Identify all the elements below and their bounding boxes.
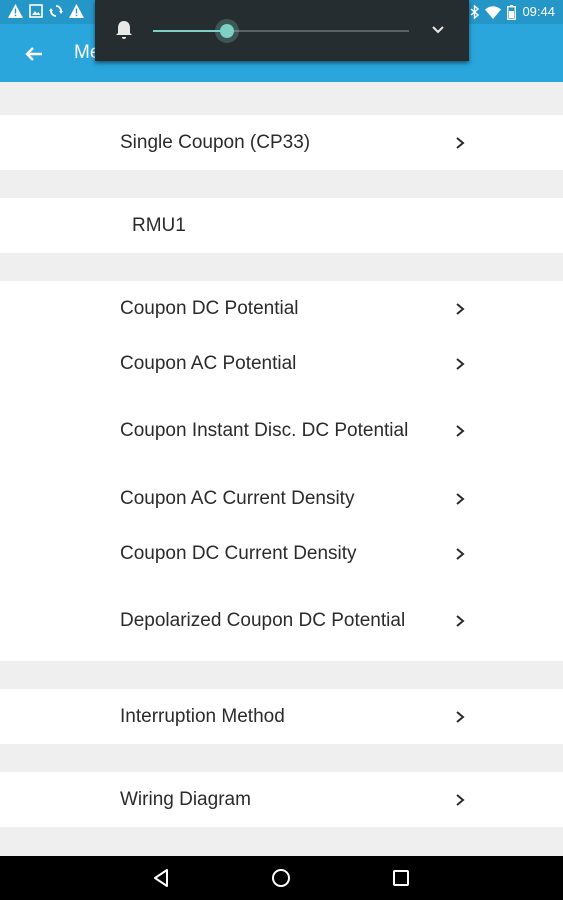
list-item-label: Wiring Diagram	[120, 788, 251, 810]
section-single-coupon: Single Coupon (CP33)	[0, 115, 563, 170]
list-item-coupon-instant-disc-dc-potential[interactable]: Coupon Instant Disc. DC Potential	[0, 391, 563, 471]
list-item-depolarized-coupon-dc-potential[interactable]: Depolarized Coupon DC Potential	[0, 581, 563, 661]
list-item-coupon-dc-current-density[interactable]: Coupon DC Current Density	[0, 526, 563, 581]
warning-icon	[69, 4, 84, 18]
nav-back-button[interactable]	[151, 867, 173, 889]
list-item-single-coupon[interactable]: Single Coupon (CP33)	[0, 115, 563, 170]
volume-slider-thumb[interactable]	[220, 24, 234, 38]
list-item-coupon-ac-current-density[interactable]: Coupon AC Current Density	[0, 471, 563, 526]
volume-panel	[95, 0, 469, 61]
list-item-label: Coupon DC Potential	[120, 297, 299, 319]
notification-icons	[8, 4, 84, 18]
chevron-right-icon	[456, 615, 465, 627]
home-circle-icon	[272, 869, 290, 887]
rmu-label: RMU1	[132, 214, 186, 236]
list-header-rmu1: RMU1	[0, 198, 563, 253]
list-item-label: Single Coupon (CP33)	[120, 131, 311, 153]
list-item-label: Coupon AC Current Density	[120, 487, 355, 509]
chevron-right-icon	[456, 357, 465, 370]
back-button[interactable]	[20, 40, 48, 68]
chevron-right-icon	[456, 425, 465, 437]
recents-square-icon	[393, 870, 409, 886]
nav-home-button[interactable]	[270, 867, 292, 889]
warning-icon	[8, 4, 23, 18]
chevron-right-icon	[456, 547, 465, 560]
section-wiring: Wiring Diagram	[0, 772, 563, 827]
list-item-label: Coupon Instant Disc. DC Potential	[120, 420, 409, 441]
list-item-label: Interruption Method	[120, 705, 285, 727]
list-item-label: Coupon AC Potential	[120, 352, 297, 374]
volume-slider[interactable]	[153, 19, 409, 43]
image-icon	[29, 4, 43, 18]
system-icons: 09:44	[470, 4, 555, 20]
arrow-left-icon	[25, 47, 42, 61]
list-item-label: Depolarized Coupon DC Potential	[120, 610, 406, 631]
list-item-coupon-dc-potential[interactable]: Coupon DC Potential	[0, 281, 563, 336]
chevron-right-icon	[456, 302, 465, 315]
wifi-icon	[485, 5, 502, 19]
chevron-right-icon	[456, 492, 465, 505]
back-triangle-icon	[154, 869, 168, 887]
list-item-coupon-ac-potential[interactable]: Coupon AC Potential	[0, 336, 563, 391]
chevron-down-icon[interactable]	[431, 24, 445, 36]
sync-icon	[49, 4, 63, 18]
chevron-right-icon	[456, 710, 465, 723]
list-item-label: Coupon DC Current Density	[120, 542, 357, 564]
list-item-wiring-diagram[interactable]: Wiring Diagram	[0, 772, 563, 827]
bluetooth-icon	[470, 5, 480, 19]
chevron-right-icon	[456, 136, 465, 149]
status-time: 09:44	[522, 4, 555, 19]
nav-recents-button[interactable]	[390, 867, 412, 889]
battery-icon	[507, 4, 517, 20]
chevron-right-icon	[456, 793, 465, 806]
section-coupon-readings: Coupon DC Potential Coupon AC Potential …	[0, 281, 563, 661]
settings-list: Single Coupon (CP33) RMU1 Coupon DC Pote…	[0, 82, 563, 856]
section-rmu: RMU1	[0, 198, 563, 253]
navigation-bar	[0, 856, 563, 900]
list-item-interruption-method[interactable]: Interruption Method	[0, 689, 563, 744]
section-interruption: Interruption Method	[0, 689, 563, 744]
bell-icon[interactable]	[115, 20, 133, 40]
